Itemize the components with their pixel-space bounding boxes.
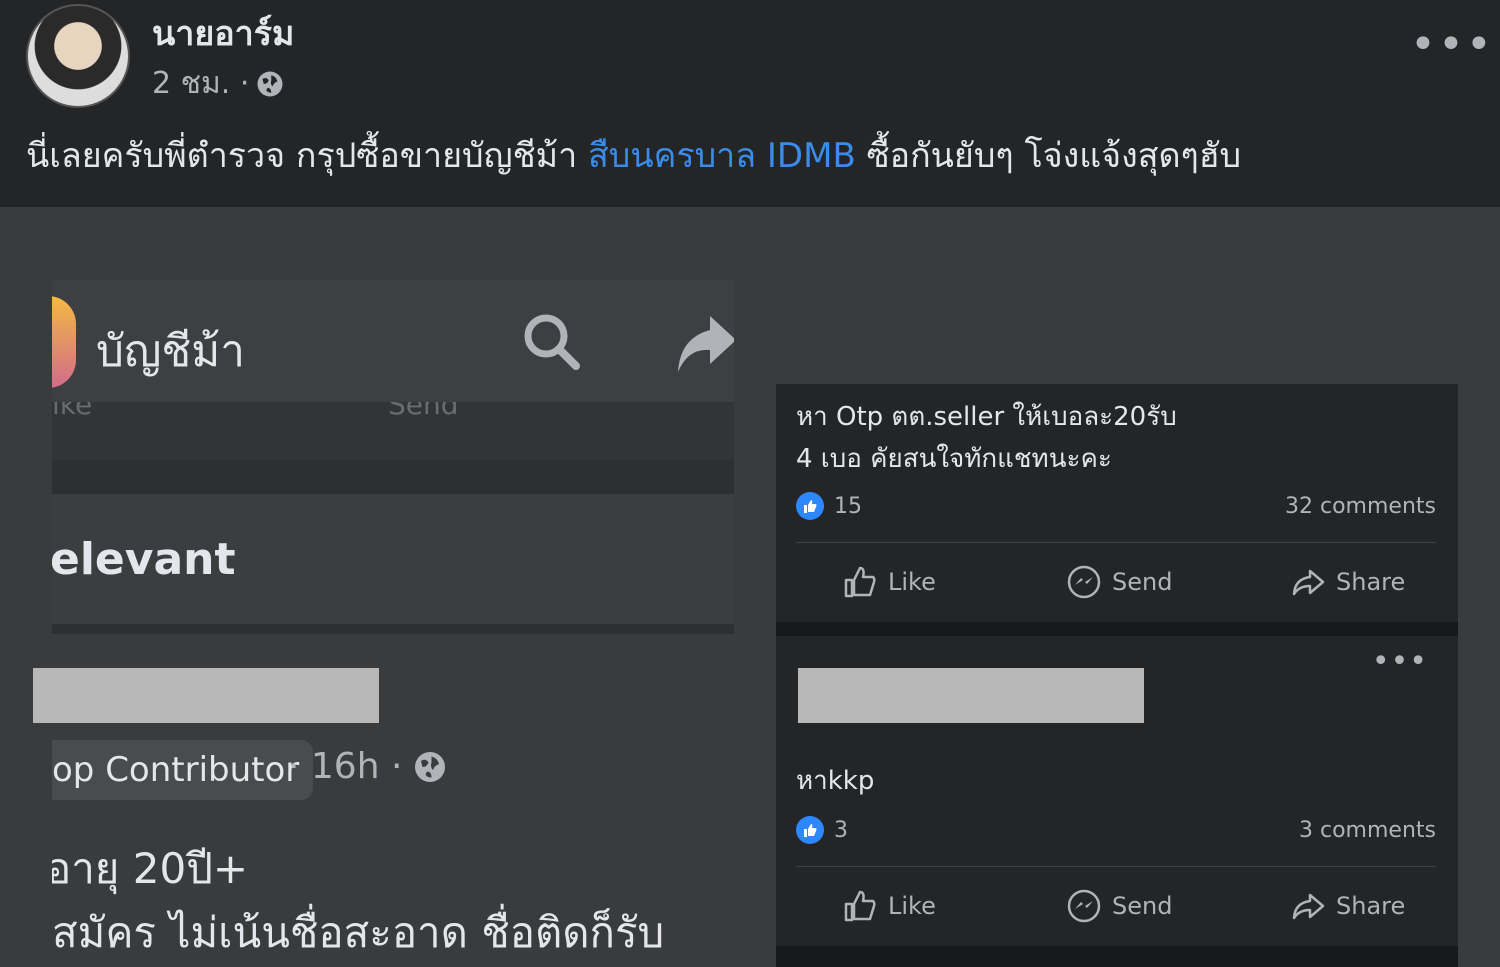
group-post-meta: · 16h ·: [288, 746, 448, 787]
post-header: นายอาร์ม 2 ชม. · ••• นี่เลยครับพี่ตำรวจ …: [0, 0, 1500, 207]
send-button[interactable]: Send: [1066, 564, 1172, 600]
share-icon: [678, 316, 734, 372]
post-text: หาkkp: [796, 766, 875, 796]
like-label: Like: [888, 892, 936, 920]
post-text-before: นี่เลยครับพี่ตำรวจ กรุปซื้อขายบัญชีม้า: [26, 136, 588, 176]
divider: [796, 542, 1436, 543]
ghost-send: Send: [388, 402, 459, 421]
thumbs-up-icon: [844, 566, 876, 598]
like-reaction-icon: [796, 492, 824, 520]
share-button[interactable]: Share: [1290, 888, 1405, 924]
like-label: Like: [888, 568, 936, 596]
post-actions: Like Send Share: [776, 552, 1458, 612]
comment-count[interactable]: 32 comments: [1285, 494, 1436, 519]
group-post-line1: อายุ 20ปี+: [52, 844, 249, 893]
post-meta: 2 ชม. ·: [152, 60, 285, 107]
redaction-box: [33, 668, 379, 723]
share-arrow-icon: [1292, 893, 1325, 920]
divider: [52, 624, 734, 634]
group-link[interactable]: สืบนครบาล IDMB: [588, 136, 856, 176]
ghost-like: ike: [52, 402, 93, 421]
redaction-box: [798, 668, 1144, 723]
globe-icon: [415, 751, 446, 782]
share-arrow-icon: [1292, 569, 1325, 596]
divider: [776, 622, 1458, 636]
post-text-after: ซื้อกันยับๆ โจ่งแจ้งสุดๆฮับ: [855, 136, 1242, 176]
send-label: Send: [1112, 568, 1173, 596]
divider: [52, 460, 734, 494]
author-name[interactable]: นายอาร์ม: [152, 6, 294, 60]
contributor-badge: op Contributor: [52, 740, 314, 800]
share-label: Share: [1336, 892, 1406, 920]
post-text-line1: หา Otp ตต.seller ให้เบอละ20รับ: [796, 402, 1177, 432]
thumbs-up-icon: [844, 890, 876, 922]
share-button[interactable]: Share: [1290, 564, 1405, 600]
section-heading: elevant: [52, 534, 236, 585]
left-screenshot: บัญชีม้า ike Send elevant op Contributor…: [52, 280, 734, 967]
send-button[interactable]: Send: [1066, 888, 1172, 924]
group-post-line2: สมัคร ไม่เน้นชื่อสะอาด ชื่อติดก็รับ: [52, 908, 665, 957]
group-title: บัญชีม้า: [96, 326, 245, 377]
post-card: หา Otp ตต.seller ให้เบอละ20รับ 4 เบอ คัย…: [776, 384, 1458, 622]
reaction-summary[interactable]: 3: [796, 816, 848, 844]
post-time[interactable]: 2 ชม. ·: [152, 60, 249, 107]
author-avatar[interactable]: [26, 4, 130, 108]
more-options-icon[interactable]: •••: [1372, 647, 1428, 677]
comment-count[interactable]: 3 comments: [1299, 818, 1436, 843]
post-actions: Like Send Share: [776, 876, 1458, 936]
messenger-icon: [1067, 565, 1101, 599]
send-label: Send: [1112, 892, 1173, 920]
reaction-count: 3: [834, 817, 848, 843]
messenger-icon: [1067, 889, 1101, 923]
post-text: นี่เลยครับพี่ตำรวจ กรุปซื้อขายบัญชีม้า ส…: [26, 128, 1241, 182]
group-avatar: [52, 296, 76, 388]
like-button[interactable]: Like: [842, 888, 936, 924]
search-icon: [524, 314, 580, 370]
group-post-time: · 16h ·: [288, 746, 403, 787]
post-text-line2: 4 เบอ คัยสนใจทักแชทนะคะ: [796, 444, 1112, 474]
reaction-summary[interactable]: 15: [796, 492, 862, 520]
share-label: Share: [1336, 568, 1406, 596]
divider: [776, 946, 1458, 967]
like-button[interactable]: Like: [842, 564, 936, 600]
like-reaction-icon: [796, 816, 824, 844]
group-header-bar: บัญชีม้า: [52, 280, 734, 402]
ghost-actions: ike Send: [52, 402, 734, 432]
divider: [796, 866, 1436, 867]
globe-icon: [257, 71, 283, 96]
reaction-count: 15: [834, 493, 862, 519]
more-options-icon[interactable]: •••: [1410, 23, 1494, 67]
